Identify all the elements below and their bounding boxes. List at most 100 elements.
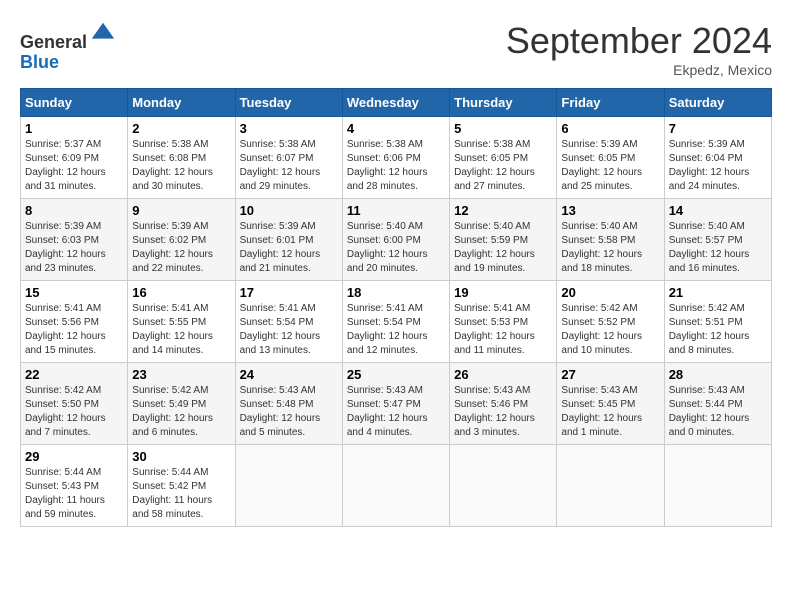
day-info: Sunrise: 5:37 AMSunset: 6:09 PMDaylight:… [25,139,106,192]
header-monday: Monday [128,89,235,117]
header-sunday: Sunday [21,89,128,117]
calendar-cell [557,445,664,527]
day-number: 22 [25,367,123,382]
day-info: Sunrise: 5:40 AMSunset: 5:57 PMDaylight:… [669,221,750,274]
day-info: Sunrise: 5:43 AMSunset: 5:45 PMDaylight:… [561,385,642,438]
day-number: 29 [25,449,123,464]
calendar-cell: 2 Sunrise: 5:38 AMSunset: 6:08 PMDaylight… [128,117,235,199]
day-number: 11 [347,203,445,218]
day-info: Sunrise: 5:43 AMSunset: 5:48 PMDaylight:… [240,385,321,438]
day-number: 24 [240,367,338,382]
calendar-cell: 26 Sunrise: 5:43 AMSunset: 5:46 PMDayligh… [450,363,557,445]
header-friday: Friday [557,89,664,117]
day-number: 10 [240,203,338,218]
logo-icon [89,20,117,48]
calendar-cell: 29 Sunrise: 5:44 AMSunset: 5:43 PMDayligh… [21,445,128,527]
calendar-cell [450,445,557,527]
location: Ekpedz, Mexico [506,62,772,78]
day-info: Sunrise: 5:41 AMSunset: 5:55 PMDaylight:… [132,303,213,356]
calendar-cell: 20 Sunrise: 5:42 AMSunset: 5:52 PMDayligh… [557,281,664,363]
calendar-cell [664,445,771,527]
day-number: 26 [454,367,552,382]
calendar-week-row: 1 Sunrise: 5:37 AMSunset: 6:09 PMDaylight… [21,117,772,199]
day-number: 27 [561,367,659,382]
day-info: Sunrise: 5:44 AMSunset: 5:42 PMDaylight:… [132,467,212,520]
calendar-cell: 25 Sunrise: 5:43 AMSunset: 5:47 PMDayligh… [342,363,449,445]
calendar-table: SundayMondayTuesdayWednesdayThursdayFrid… [20,88,772,527]
calendar-week-row: 8 Sunrise: 5:39 AMSunset: 6:03 PMDaylight… [21,199,772,281]
calendar-cell: 4Sunrise: 5:38 AMSunset: 6:06 PMDaylight… [342,117,449,199]
day-info: Sunrise: 5:38 AMSunset: 6:05 PMDaylight:… [454,139,535,192]
day-number: 3 [240,121,338,136]
day-info: Sunrise: 5:44 AMSunset: 5:43 PMDaylight:… [25,467,105,520]
logo: General Blue [20,20,117,73]
calendar-cell [235,445,342,527]
day-info: Sunrise: 5:42 AMSunset: 5:52 PMDaylight:… [561,303,642,356]
day-info: Sunrise: 5:41 AMSunset: 5:56 PMDaylight:… [25,303,106,356]
day-info: Sunrise: 5:38 AMSunset: 6:08 PMDaylight:… [132,139,213,192]
calendar-cell: 5 Sunrise: 5:38 AMSunset: 6:05 PMDaylight… [450,117,557,199]
header-thursday: Thursday [450,89,557,117]
header-wednesday: Wednesday [342,89,449,117]
day-number: 5 [454,121,552,136]
day-info: Sunrise: 5:40 AMSunset: 5:59 PMDaylight:… [454,221,535,274]
calendar-cell: 21 Sunrise: 5:42 AMSunset: 5:51 PMDayligh… [664,281,771,363]
calendar-header-row: SundayMondayTuesdayWednesdayThursdayFrid… [21,89,772,117]
month-title: September 2024 [506,20,772,62]
day-info: Sunrise: 5:39 AMSunset: 6:01 PMDaylight:… [240,221,321,274]
day-number: 9 [132,203,230,218]
header-saturday: Saturday [664,89,771,117]
day-number: 12 [454,203,552,218]
day-number: 23 [132,367,230,382]
day-number: 7 [669,121,767,136]
day-number: 21 [669,285,767,300]
calendar-week-row: 15 Sunrise: 5:41 AMSunset: 5:56 PMDayligh… [21,281,772,363]
calendar-cell: 11Sunrise: 5:40 AMSunset: 6:00 PMDayligh… [342,199,449,281]
calendar-week-row: 29 Sunrise: 5:44 AMSunset: 5:43 PMDayligh… [21,445,772,527]
day-number: 2 [132,121,230,136]
day-info: Sunrise: 5:43 AMSunset: 5:47 PMDaylight:… [347,385,428,438]
day-info: Sunrise: 5:41 AMSunset: 5:54 PMDaylight:… [347,303,428,356]
day-info: Sunrise: 5:38 AMSunset: 6:07 PMDaylight:… [240,139,321,192]
day-info: Sunrise: 5:43 AMSunset: 5:46 PMDaylight:… [454,385,535,438]
day-number: 30 [132,449,230,464]
calendar-cell: 13 Sunrise: 5:40 AMSunset: 5:58 PMDayligh… [557,199,664,281]
calendar-cell: 1 Sunrise: 5:37 AMSunset: 6:09 PMDaylight… [21,117,128,199]
title-block: September 2024 Ekpedz, Mexico [506,20,772,78]
calendar-cell: 18 Sunrise: 5:41 AMSunset: 5:54 PMDayligh… [342,281,449,363]
day-number: 1 [25,121,123,136]
calendar-cell: 8 Sunrise: 5:39 AMSunset: 6:03 PMDaylight… [21,199,128,281]
day-number: 6 [561,121,659,136]
day-number: 15 [25,285,123,300]
day-number: 20 [561,285,659,300]
day-info: Sunrise: 5:42 AMSunset: 5:50 PMDaylight:… [25,385,106,438]
calendar-cell [342,445,449,527]
calendar-cell: 27 Sunrise: 5:43 AMSunset: 5:45 PMDayligh… [557,363,664,445]
day-info: Sunrise: 5:39 AMSunset: 6:03 PMDaylight:… [25,221,106,274]
day-number: 18 [347,285,445,300]
page-header: General Blue September 2024 Ekpedz, Mexi… [20,20,772,78]
calendar-cell: 10 Sunrise: 5:39 AMSunset: 6:01 PMDayligh… [235,199,342,281]
day-info: Sunrise: 5:42 AMSunset: 5:49 PMDaylight:… [132,385,213,438]
logo-blue: Blue [20,52,59,72]
calendar-cell: 23 Sunrise: 5:42 AMSunset: 5:49 PMDayligh… [128,363,235,445]
day-number: 8 [25,203,123,218]
day-info: Sunrise: 5:40 AMSunset: 5:58 PMDaylight:… [561,221,642,274]
day-info: Sunrise: 5:42 AMSunset: 5:51 PMDaylight:… [669,303,750,356]
day-info: Sunrise: 5:41 AMSunset: 5:54 PMDaylight:… [240,303,321,356]
day-number: 25 [347,367,445,382]
day-number: 17 [240,285,338,300]
day-number: 19 [454,285,552,300]
day-info: Sunrise: 5:43 AMSunset: 5:44 PMDaylight:… [669,385,750,438]
calendar-cell: 12 Sunrise: 5:40 AMSunset: 5:59 PMDayligh… [450,199,557,281]
day-number: 14 [669,203,767,218]
logo-general: General [20,32,87,52]
calendar-cell: 16Sunrise: 5:41 AMSunset: 5:55 PMDayligh… [128,281,235,363]
calendar-cell: 24 Sunrise: 5:43 AMSunset: 5:48 PMDayligh… [235,363,342,445]
header-tuesday: Tuesday [235,89,342,117]
day-info: Sunrise: 5:41 AMSunset: 5:53 PMDaylight:… [454,303,535,356]
calendar-week-row: 22 Sunrise: 5:42 AMSunset: 5:50 PMDayligh… [21,363,772,445]
day-number: 13 [561,203,659,218]
calendar-cell: 15 Sunrise: 5:41 AMSunset: 5:56 PMDayligh… [21,281,128,363]
calendar-cell: 7Sunrise: 5:39 AMSunset: 6:04 PMDaylight… [664,117,771,199]
